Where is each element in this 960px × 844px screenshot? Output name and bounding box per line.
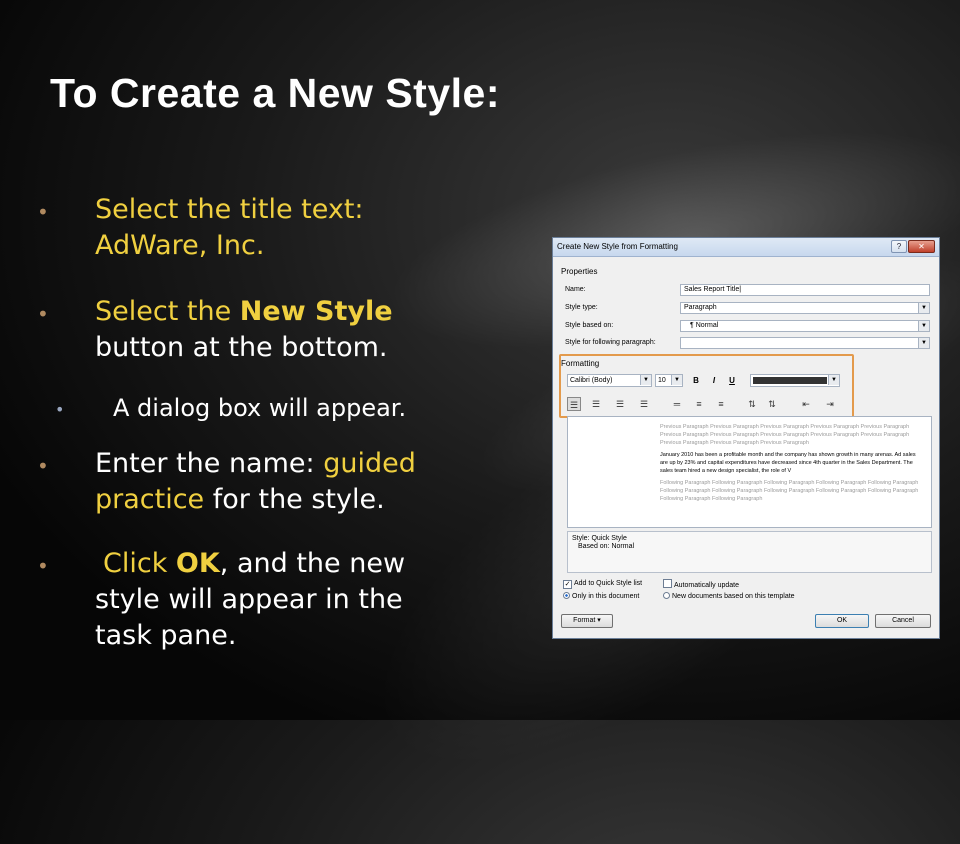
bullet-4-tail: , and the new [219, 548, 406, 579]
help-button[interactable]: ? [891, 240, 907, 253]
radio-selected-icon [563, 592, 570, 599]
ok-button[interactable]: OK [815, 614, 869, 628]
bullet-4-line2: style will appear in the [95, 584, 403, 615]
preview-text: January 2010 has been a profitable month… [660, 452, 916, 474]
bullet-1-line1: Select the title text: [95, 194, 364, 225]
bullet-dot: • [37, 200, 49, 224]
bullet-2: • Select the New Style button at the bot… [37, 294, 393, 366]
properties-label: Properties [561, 267, 598, 276]
bullet-3-text: Enter the name: [95, 448, 324, 479]
desc-line2: Based on: Normal [578, 543, 635, 550]
desc-line1: Style: Quick Style [572, 535, 627, 542]
bullet-dot: • [37, 454, 49, 478]
name-input[interactable]: Sales Report Title| [680, 284, 930, 296]
dialog-title: Create New Style from Formatting [557, 242, 678, 251]
dialog-titlebar: Create New Style from Formatting ? ✕ [553, 238, 939, 257]
cancel-button[interactable]: Cancel [875, 614, 931, 628]
bullet-4-text: Click [103, 548, 176, 579]
bullet-2-line2: button at the bottom. [95, 332, 388, 363]
bullet-3: • Enter the name: guided practice for th… [37, 446, 416, 518]
bullet-1-line2: AdWare, Inc. [95, 230, 265, 261]
format-button[interactable]: Format ▾ [561, 614, 613, 628]
checkbox-icon [663, 579, 672, 588]
close-button[interactable]: ✕ [908, 240, 935, 253]
chevron-down-icon[interactable]: ▼ [918, 303, 929, 313]
auto-update-checkbox[interactable]: Automatically update [663, 579, 739, 590]
checkmark-icon: ✓ [563, 580, 572, 589]
bullet-3-tail: for the style. [204, 484, 385, 515]
formatting-highlight-box [559, 354, 854, 418]
bullet-2-text: Select the [95, 296, 240, 327]
name-input-value: Sales Report Title [684, 286, 740, 293]
sub-bullet-text: A dialog box will appear. [113, 394, 407, 422]
name-label: Name: [565, 286, 586, 293]
bullet-4-line3: task pane. [95, 620, 237, 651]
style-type-select[interactable]: Paragraph ▼ [680, 302, 930, 314]
add-quick-label: Add to Quick Style list [574, 580, 643, 587]
based-on-value: ¶ Normal [690, 322, 719, 329]
bullet-3-highlight-b: practice [95, 484, 205, 515]
sub-bullet: • A dialog box will appear. [55, 390, 407, 426]
preview-following: Following Paragraph Following Paragraph … [660, 480, 919, 502]
only-this-document-radio[interactable]: Only in this document [563, 592, 639, 601]
create-style-dialog: Create New Style from Formatting ? ✕ Pro… [552, 237, 940, 639]
bullet-3-highlight-a: guided [323, 448, 416, 479]
based-on-label: Style based on: [565, 322, 614, 329]
radio-icon [663, 592, 670, 599]
based-on-select[interactable]: ¶ Normal ▼ [680, 320, 930, 332]
chevron-down-icon[interactable]: ▼ [918, 321, 929, 331]
add-quick-style-checkbox[interactable]: ✓ Add to Quick Style list [563, 579, 642, 589]
style-description: Style: Quick Style Based on: Normal [567, 531, 932, 573]
chevron-down-icon[interactable]: ▼ [918, 338, 929, 348]
preview-previous: Previous Paragraph Previous Paragraph Pr… [660, 424, 910, 446]
bullet-dot: • [37, 554, 49, 578]
bullet-4-highlight: OK [175, 548, 220, 579]
preview-pane: Previous Paragraph Previous Paragraph Pr… [567, 416, 932, 528]
auto-update-label: Automatically update [674, 582, 739, 589]
bullet-2-highlight: New Style [239, 296, 393, 327]
only-doc-label: Only in this document [572, 593, 640, 600]
style-type-value: Paragraph [684, 304, 717, 311]
new-docs-label: New documents based on this template [672, 593, 795, 600]
bullet-list: • Select the title text: AdWare, Inc. • … [0, 0, 520, 720]
new-documents-radio[interactable]: New documents based on this template [663, 592, 795, 601]
bullet-dot: • [37, 302, 49, 326]
following-label: Style for following paragraph: [565, 339, 656, 346]
style-type-label: Style type: [565, 304, 598, 311]
following-select[interactable]: ▼ [680, 337, 930, 349]
sub-bullet-dot: • [55, 400, 65, 419]
bullet-1: • Select the title text: AdWare, Inc. [37, 192, 364, 264]
bullet-4: • Click OK, and the new style will appea… [37, 546, 406, 654]
